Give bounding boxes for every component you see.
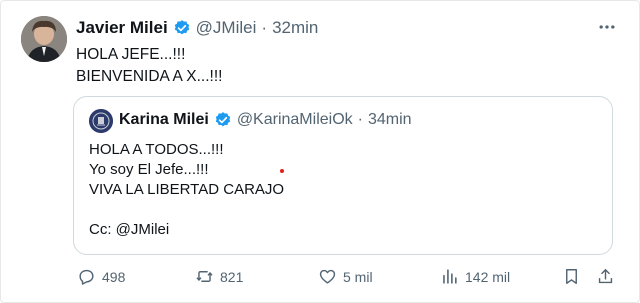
verified-badge-icon xyxy=(215,112,231,127)
quoted-avatar[interactable] xyxy=(89,109,113,133)
share-icon xyxy=(598,269,613,284)
bookmark-icon xyxy=(566,269,577,284)
repost-button[interactable]: 821 xyxy=(195,267,243,286)
avatar-portrait-icon xyxy=(21,16,67,62)
repost-icon xyxy=(196,271,213,282)
quoted-header: Karina Milei @KarinaMileiOk · 34min xyxy=(119,111,412,129)
tweet-line: HOLA JEFE...!!! xyxy=(76,46,186,63)
quoted-tweet[interactable]: Karina Milei @KarinaMileiOk · 34min HOLA… xyxy=(73,96,613,255)
tweet-card[interactable]: Javier Milei @JMilei · 32min HOLA JEFE..… xyxy=(0,0,640,303)
avatar[interactable] xyxy=(21,16,67,62)
views-count: 142 mil xyxy=(465,268,511,285)
like-count: 5 mil xyxy=(343,268,373,285)
share-button[interactable] xyxy=(596,267,615,286)
quoted-author-handle[interactable]: @KarinaMileiOk xyxy=(237,111,353,129)
tweet-text: HOLA JEFE...!!! BIENVENIDA A X...!!! xyxy=(76,44,222,88)
reply-button[interactable]: 498 xyxy=(77,267,125,286)
avatar-emblem-icon xyxy=(89,109,113,133)
views-button[interactable]: 142 mil xyxy=(440,267,510,286)
like-button[interactable]: 5 mil xyxy=(318,267,373,286)
separator-dot: · xyxy=(357,111,363,128)
quoted-mention[interactable]: Cc: @JMilei xyxy=(89,220,284,240)
bookmark-button[interactable] xyxy=(562,267,581,286)
reply-count: 498 xyxy=(102,268,126,285)
quoted-timestamp[interactable]: 34min xyxy=(368,111,412,129)
reply-icon xyxy=(79,269,94,285)
timestamp[interactable]: 32min xyxy=(272,18,318,38)
verified-badge-icon xyxy=(174,20,189,35)
like-icon xyxy=(319,269,336,284)
action-bar: 498 821 5 mil 142 mil xyxy=(1,263,640,293)
separator-dot: · xyxy=(261,18,268,37)
quoted-author-name[interactable]: Karina Milei xyxy=(119,111,209,129)
views-icon xyxy=(443,269,457,284)
quoted-text: HOLA A TODOS...!!! Yo soy El Jefe...!!! … xyxy=(89,140,284,240)
tweet-header: Javier Milei @JMilei · 32min xyxy=(76,18,318,38)
quoted-line: VIVA LA LIBERTAD CARAJO xyxy=(89,181,285,198)
quoted-line: Yo soy El Jefe...!!! xyxy=(89,161,209,178)
more-icon[interactable] xyxy=(597,17,617,37)
red-dot-mark xyxy=(280,169,284,173)
author-name[interactable]: Javier Milei xyxy=(76,18,168,38)
quoted-line xyxy=(89,200,284,220)
tweet-line: BIENVENIDA A X...!!! xyxy=(76,68,223,85)
quoted-line: HOLA A TODOS...!!! xyxy=(89,141,224,158)
author-handle[interactable]: @JMilei xyxy=(196,18,257,38)
repost-count: 821 xyxy=(220,268,244,285)
